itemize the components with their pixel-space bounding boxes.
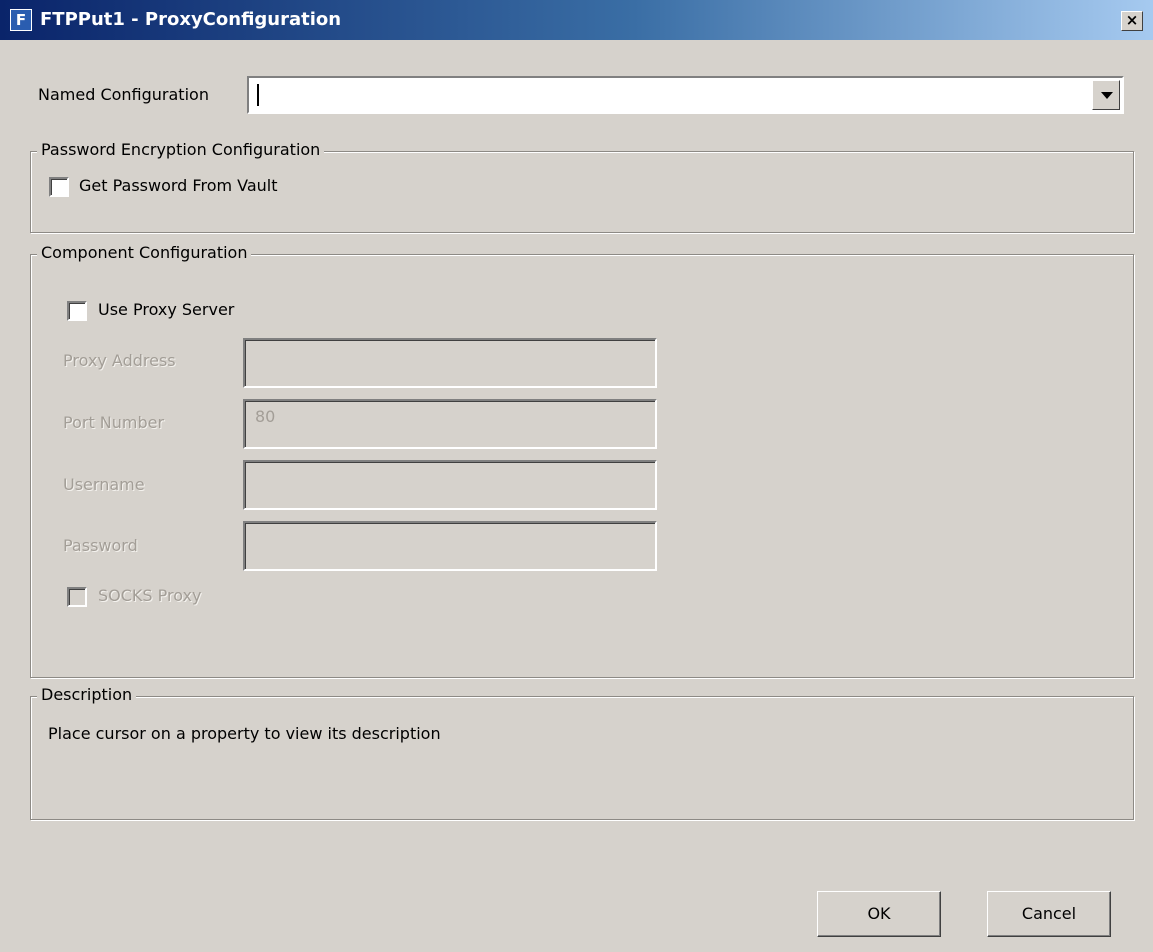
ok-button[interactable]: OK [817, 891, 941, 937]
socks-proxy-label[interactable]: SOCKS Proxy [98, 586, 201, 605]
use-proxy-server-label[interactable]: Use Proxy Server [98, 300, 234, 319]
dropdown-arrow-icon[interactable] [1092, 80, 1120, 110]
get-password-from-vault-checkbox[interactable] [49, 177, 69, 197]
username-label: Username [63, 475, 145, 494]
port-number-input[interactable]: 80 [243, 399, 657, 449]
close-button[interactable]: × [1121, 11, 1143, 31]
socks-proxy-checkbox[interactable] [67, 587, 87, 607]
description-legend: Description [37, 685, 137, 704]
text-cursor [257, 84, 259, 106]
cancel-button[interactable]: Cancel [987, 891, 1111, 937]
password-input[interactable] [243, 521, 657, 571]
close-icon: × [1125, 11, 1139, 29]
component-configuration-legend: Component Configuration [37, 243, 252, 262]
get-password-from-vault-label[interactable]: Get Password From Vault [79, 176, 278, 195]
password-encryption-legend: Password Encryption Configuration [37, 140, 325, 159]
proxy-address-label: Proxy Address [63, 351, 176, 370]
named-configuration-label: Named Configuration [38, 85, 209, 104]
named-configuration-combobox[interactable] [247, 76, 1124, 114]
description-group: Description [30, 685, 1134, 820]
proxy-address-input[interactable] [243, 338, 657, 388]
app-icon: F [10, 9, 32, 31]
description-text: Place cursor on a property to view its d… [48, 724, 441, 743]
proxy-configuration-dialog: F FTPPut1 - ProxyConfiguration × Named C… [0, 0, 1153, 952]
username-input[interactable] [243, 460, 657, 510]
password-label: Password [63, 536, 138, 555]
window-title: FTPPut1 - ProxyConfiguration [40, 9, 342, 30]
title-bar[interactable]: F FTPPut1 - ProxyConfiguration × [0, 0, 1153, 40]
port-number-label: Port Number [63, 413, 165, 432]
use-proxy-server-checkbox[interactable] [67, 301, 87, 321]
